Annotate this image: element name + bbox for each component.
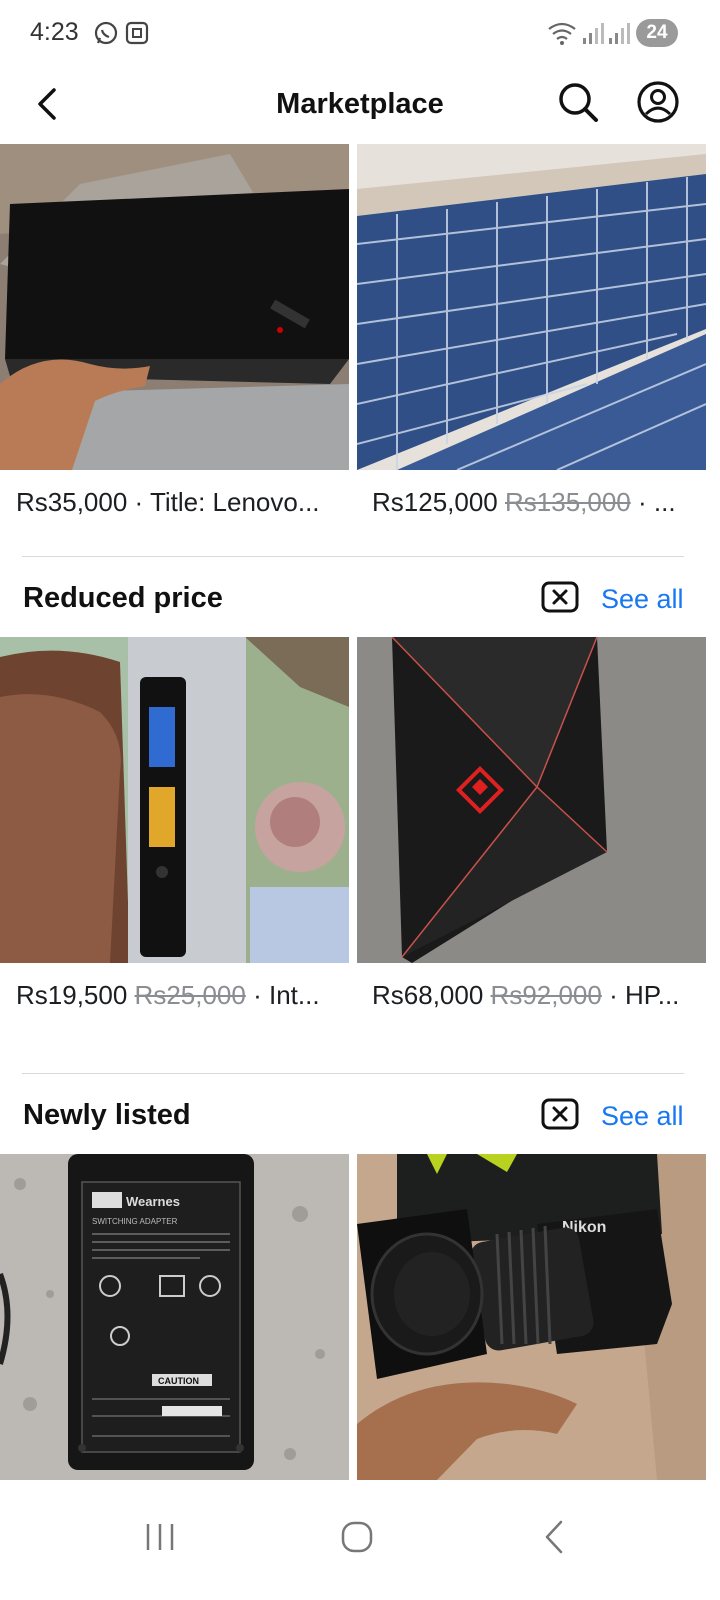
listing-old-price: Rs25,000	[134, 980, 246, 1010]
wifi-icon	[546, 20, 578, 51]
profile-button[interactable]	[636, 80, 680, 124]
section-divider	[22, 556, 684, 557]
listing-tile-nikon-camera[interactable]: Nikon	[357, 1154, 706, 1480]
listing-tile-solar-panel[interactable]: Rs125,000 Rs135,000 · ...	[357, 144, 706, 540]
close-box-icon	[541, 581, 579, 613]
home-button[interactable]	[327, 1508, 387, 1568]
listing-price: Rs35,000	[16, 487, 128, 517]
listing-separator: ·	[630, 487, 654, 517]
adapter-brand-text: Wearnes	[126, 1194, 180, 1209]
listing-caption[interactable]: Rs35,000 · Title: Lenovo...	[0, 470, 349, 540]
status-bar: 4:23 24	[0, 0, 720, 66]
adapter-type-text: SWITCHING ADAPTER	[92, 1217, 178, 1226]
listing-tile-hp-console[interactable]: Rs68,000 Rs92,000 · HP...	[357, 637, 706, 1033]
nav-back-icon	[545, 1520, 563, 1554]
recent-apps-icon	[146, 1524, 174, 1550]
profile-icon	[637, 81, 679, 123]
listing-separator: ·	[601, 980, 625, 1010]
see-all-link[interactable]: See all	[601, 584, 684, 615]
system-nav-bar	[0, 1480, 720, 1600]
listing-caption[interactable]: Rs19,500 Rs25,000 · Int...	[0, 963, 349, 1033]
listing-old-price: Rs92,000	[490, 980, 602, 1010]
listing-photo-laptop[interactable]	[0, 144, 349, 470]
nav-back-button[interactable]	[525, 1508, 585, 1568]
search-icon	[559, 83, 598, 122]
search-button[interactable]	[556, 80, 600, 124]
listing-photo-hp-console[interactable]	[357, 637, 706, 963]
listing-caption[interactable]: Rs125,000 Rs135,000 · ...	[357, 470, 706, 540]
listing-old-price: Rs135,000	[505, 487, 631, 517]
listing-photo-power-adapter[interactable]: Wearnes SWITCHING ADAPTER CAUTION	[0, 1154, 349, 1480]
listing-tile-mini-pc[interactable]: Rs19,500 Rs25,000 · Int...	[0, 637, 349, 1033]
listing-title: HP...	[624, 980, 680, 1010]
listing-caption[interactable]: Rs68,000 Rs92,000 · HP...	[357, 963, 706, 1033]
signal-icon-1	[582, 20, 604, 51]
section-header-newly-listed: Newly listed See all	[0, 1089, 720, 1149]
listing-price: Rs19,500	[16, 980, 128, 1010]
dismiss-section-button[interactable]	[541, 581, 579, 613]
section-title: Reduced price	[23, 582, 223, 614]
whatsapp-icon	[93, 20, 119, 51]
listing-photo-solar-panel[interactable]	[357, 144, 706, 470]
listing-tile-laptop[interactable]: Rs35,000 · Title: Lenovo...	[0, 144, 349, 540]
listing-separator: ·	[245, 980, 269, 1010]
listing-title: Int...	[268, 980, 320, 1010]
home-icon	[341, 1521, 373, 1553]
section-title: Newly listed	[23, 1099, 191, 1131]
battery-badge: 24	[636, 19, 678, 47]
listing-price: Rs125,000	[372, 487, 498, 517]
listing-photo-mini-pc[interactable]	[0, 637, 349, 963]
status-time: 4:23	[30, 18, 79, 46]
listing-title: ...	[653, 487, 676, 517]
page-title: Marketplace	[276, 88, 444, 120]
section-header-reduced-price: Reduced price See all	[0, 572, 720, 632]
listing-price: Rs68,000	[372, 980, 484, 1010]
adapter-caution-text: CAUTION	[158, 1376, 199, 1386]
header: Marketplace	[0, 66, 720, 144]
section-divider	[22, 1073, 684, 1074]
listing-separator: ·	[127, 487, 150, 517]
see-all-link[interactable]: See all	[601, 1101, 684, 1132]
listing-title: Title: Lenovo...	[149, 487, 320, 517]
recent-apps-button[interactable]	[130, 1508, 190, 1568]
listing-tile-power-adapter[interactable]: Wearnes SWITCHING ADAPTER CAUTION	[0, 1154, 349, 1480]
listing-photo-nikon-camera[interactable]: Nikon	[357, 1154, 706, 1480]
signal-icon-2	[608, 20, 630, 51]
screenshot-icon	[124, 20, 150, 51]
close-box-icon	[541, 1098, 579, 1130]
dismiss-section-button[interactable]	[541, 1098, 579, 1130]
